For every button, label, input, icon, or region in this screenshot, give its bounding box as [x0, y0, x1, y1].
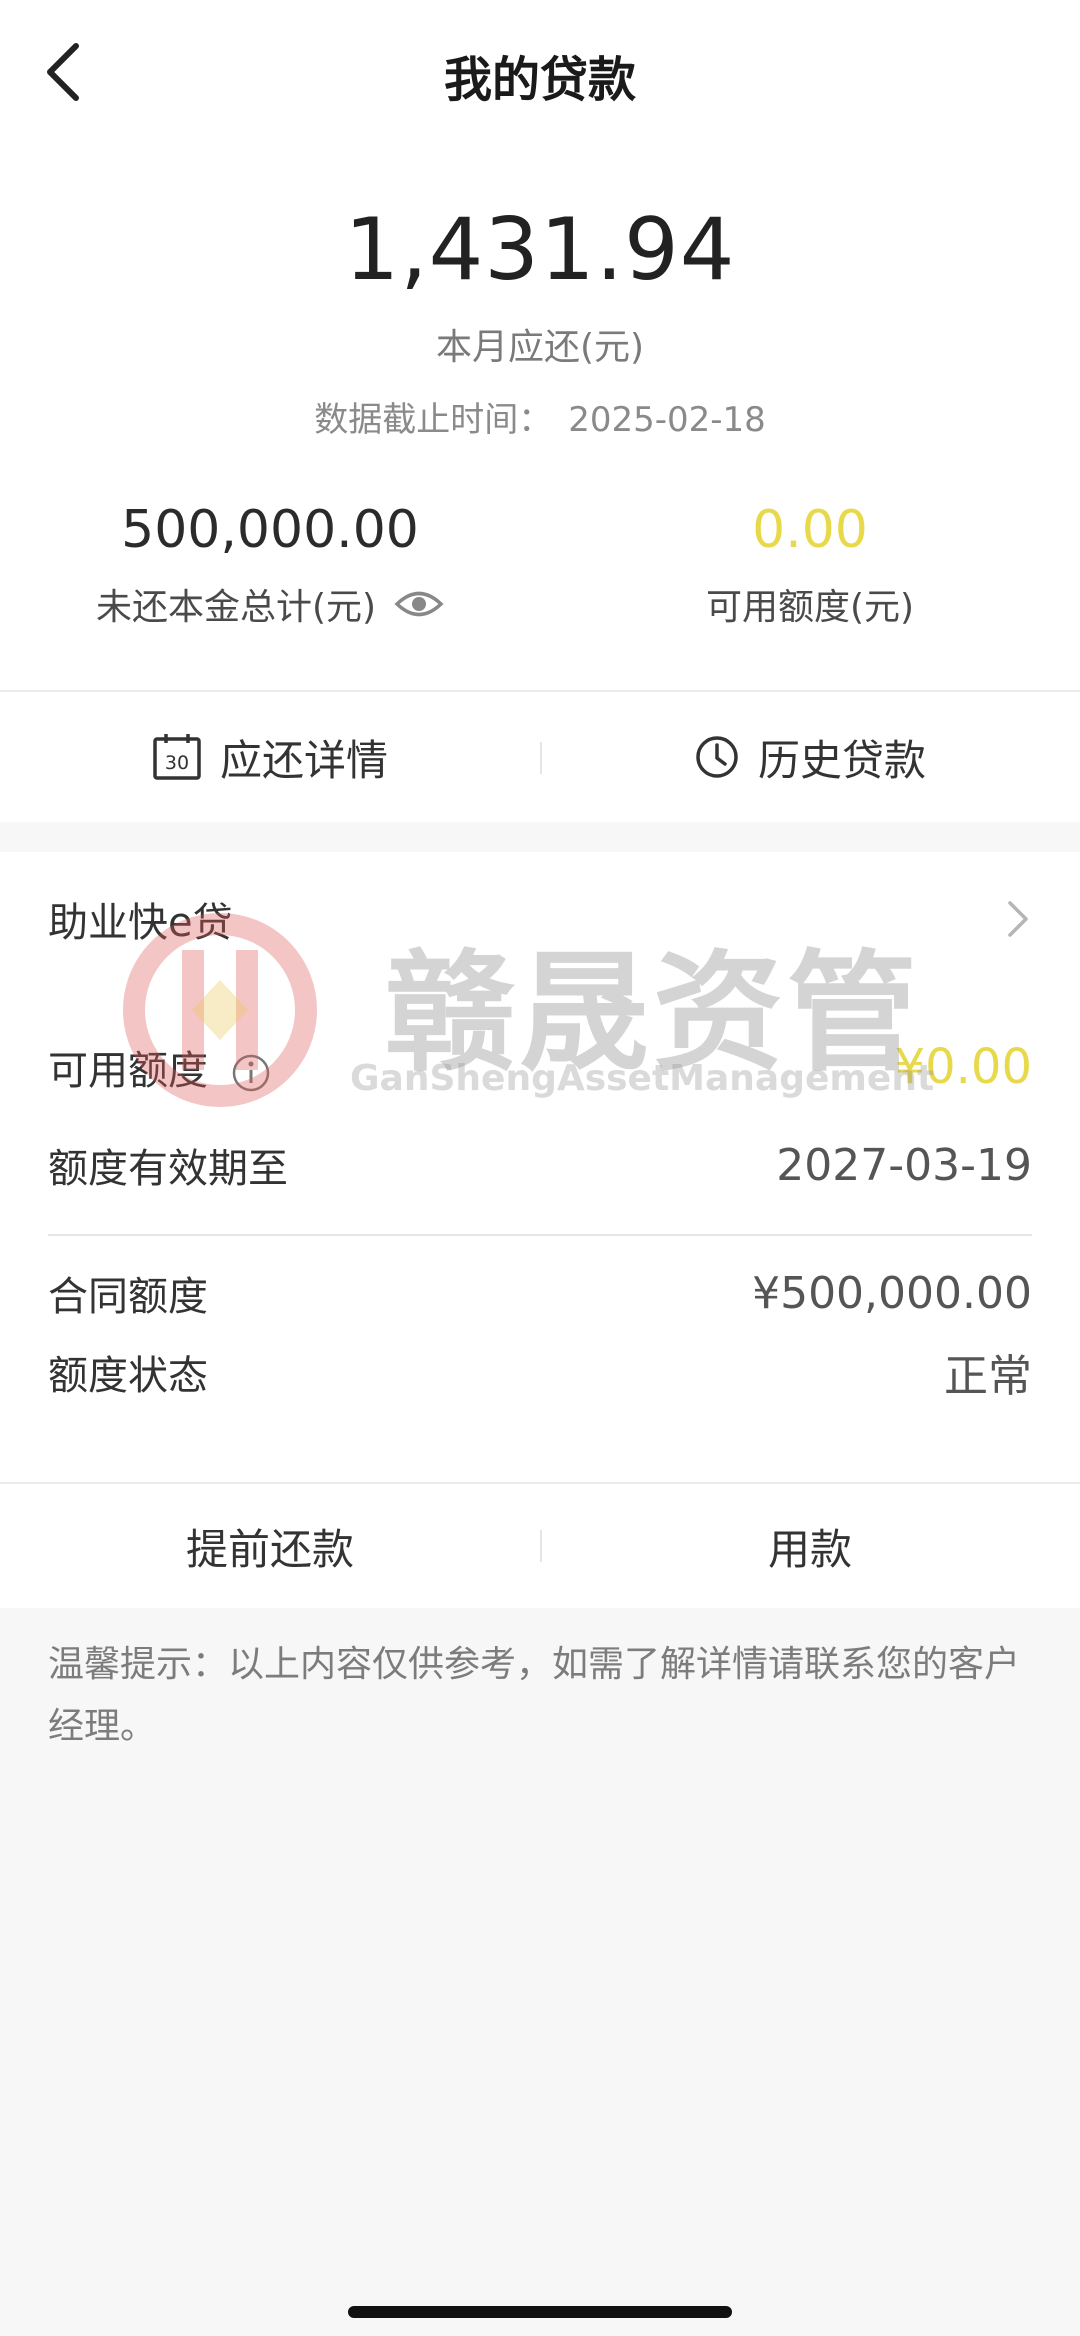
home-indicator[interactable] [348, 2306, 732, 2318]
principal-label: 未还本金总计(元) [95, 587, 377, 628]
loan-summary-section: 我的贷款 1,431.94 本月应还(元) 数据截止时间： 2025-02-18 … [0, 0, 1080, 690]
product-name: 助业快e贷 [48, 900, 233, 946]
info-icon[interactable] [231, 1053, 271, 1093]
eye-icon[interactable] [394, 589, 444, 619]
clock-icon [696, 736, 738, 778]
principal-stat: 500,000.00 未还本金总计(元) [0, 500, 540, 630]
svg-text:30: 30 [165, 752, 189, 774]
status-row: 额度状态 正常 [48, 1340, 1032, 1404]
available-amount-label: 可用额度 [48, 1048, 208, 1094]
cutoff-label: 数据截止时间： [314, 400, 553, 440]
chevron-right-icon [1008, 901, 1028, 937]
product-card: 助业快e贷 可用额度 ¥0.00 额度有效期至 2027-03-19 合同额度 … [0, 852, 1080, 1482]
monthly-due-amount: 1,431.94 [344, 200, 736, 300]
monthly-due-label: 本月应还(元) [435, 327, 645, 368]
calendar-30-icon: 30 [153, 734, 201, 780]
loan-tabs: 30 应还详情 历史贷款 [0, 690, 1080, 822]
contract-value: ¥500,000.00 [752, 1267, 1032, 1319]
available-label: 可用额度(元) [705, 587, 915, 628]
status-value: 正常 [944, 1351, 1032, 1402]
nav-bar: 我的贷款 [0, 0, 1080, 150]
available-value: 0.00 [752, 500, 868, 560]
tab-loan-history[interactable]: 历史贷款 [540, 692, 1080, 822]
tip-text: 温馨提示：以上内容仅供参考，如需了解详情请联系您的客户经理。 [48, 1644, 1021, 1747]
principal-value: 500,000.00 [121, 500, 419, 560]
product-header-row[interactable]: 助业快e贷 [48, 890, 1032, 948]
divider [48, 1234, 1032, 1236]
expiry-value: 2027-03-19 [776, 1139, 1032, 1191]
status-label: 额度状态 [48, 1353, 208, 1399]
tab-history-label: 历史贷款 [757, 735, 926, 785]
expiry-label: 额度有效期至 [48, 1146, 288, 1192]
available-stat: 0.00 可用额度(元) [540, 500, 1080, 630]
cutoff-date: 2025-02-18 [568, 400, 766, 440]
tab-repayment-label: 应还详情 [219, 735, 388, 785]
prepay-button[interactable]: 提前还款 [0, 1484, 540, 1608]
draw-funds-button[interactable]: 用款 [540, 1484, 1080, 1608]
available-amount-row: 可用额度 ¥0.00 [48, 1038, 1032, 1096]
contract-row: 合同额度 ¥500,000.00 [48, 1264, 1032, 1322]
expiry-row: 额度有效期至 2027-03-19 [48, 1136, 1032, 1194]
available-amount-value: ¥0.00 [894, 1039, 1032, 1095]
contract-label: 合同额度 [48, 1274, 208, 1320]
tab-repayment-details[interactable]: 30 应还详情 [0, 692, 540, 822]
data-cutoff: 数据截止时间： 2025-02-18 [0, 392, 1080, 441]
page-title: 我的贷款 [443, 52, 636, 108]
action-bar: 提前还款 用款 [0, 1482, 1080, 1608]
